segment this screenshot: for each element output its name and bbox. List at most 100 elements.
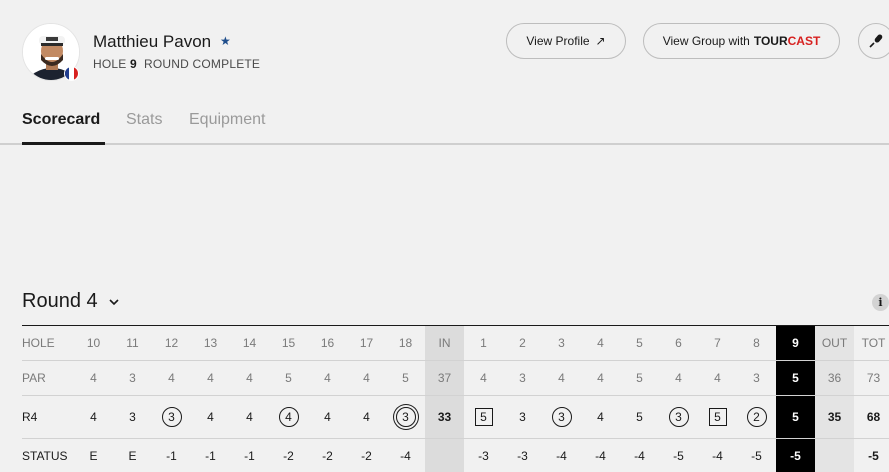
hole-cell-12: 12 [164,336,179,350]
hole-cell-15: 15 [281,336,296,350]
score-cell-in: 33 [437,410,452,424]
hole-cell-3: 3 [558,336,565,350]
hole-cell-6: 6 [675,336,682,350]
hole-label: HOLE [93,57,127,71]
par-cell-tot: 73 [866,371,881,385]
status-cell-13: -1 [205,448,216,463]
status-cell-11: E [128,448,137,463]
hole-cell-17: 17 [359,336,374,350]
hole-cell-tot: TOT [861,336,886,350]
hole-cell-14: 14 [242,336,257,350]
score-cell-8: 2 [737,396,776,438]
microphone-icon [869,34,883,48]
score-cell-18: 3 [386,396,425,438]
hole-cell-13: 13 [203,336,218,350]
par-cell-9: 5 [792,371,799,385]
par-cell-17: 4 [363,371,370,385]
status-cell-17: -2 [361,448,372,463]
status-cell-3: -4 [556,448,567,463]
par-cell-14: 4 [246,371,253,385]
par-cell-1: 4 [480,371,487,385]
hole-cell-11: 11 [126,336,139,350]
score-cell-10: 4 [90,410,97,424]
favorite-star-icon[interactable]: ★ [220,34,231,48]
view-profile-button[interactable]: View Profile ↗ [506,23,626,59]
hole-cell-16: 16 [320,336,335,350]
par-cell-out: 36 [827,371,842,385]
par-cell-5: 5 [636,371,643,385]
status-row: STATUS E E -1 -1 -1 -2 -2 -2 -4 -3 -3 -4 -4 -4 -5 -4 -5 -… [22,439,889,472]
birdie-score-mark: 3 [668,407,689,427]
score-cell-15: 4 [269,396,308,438]
status-cell-9: -5 [790,448,801,463]
status-row-label: STATUS [22,448,68,463]
status-cell-10: E [89,448,98,463]
par-cell-6: 4 [675,371,682,385]
status-cell-8: -5 [751,448,762,463]
score-cell-3: 3 [542,396,581,438]
par-row: PAR 4 3 4 4 4 5 4 4 5 37 4 3 4 4 5 4 4 3 5 36 73 [22,361,889,396]
par-cell-3: 4 [558,371,565,385]
view-group-tourcast-button[interactable]: View Group with TOUR CAST [643,23,840,59]
par-cell-2: 3 [519,371,526,385]
round-selector[interactable]: Round 4 [22,290,98,313]
par-cell-18: 5 [402,371,409,385]
view-profile-label: View Profile [526,34,590,48]
status-cell-1: -3 [478,448,489,463]
hole-status: HOLE 9 ROUND COMPLETE [93,57,260,71]
chevron-down-icon[interactable] [108,296,120,308]
round-row-label: R4 [22,410,38,424]
score-cell-14: 4 [246,410,253,424]
score-cell-9: 5 [792,410,799,424]
score-cell-12: 3 [152,396,191,438]
par-cell-8: 3 [753,371,760,385]
bogey-score-mark: 5 [474,408,493,426]
hole-cell-7: 7 [714,336,721,350]
eagle-score-mark: 3 [395,407,416,427]
hole-cell-in: IN [438,336,451,350]
score-cell-6: 3 [659,396,698,438]
par-cell-16: 4 [324,371,331,385]
view-group-label: View Group with [662,34,750,48]
player-name: Matthieu Pavon [93,32,212,51]
hole-cell-8: 8 [753,336,760,350]
hole-cell-9: 9 [792,336,799,350]
status-cell-7: -4 [712,448,723,463]
score-cell-out: 35 [827,410,842,424]
hole-cell-10: 10 [86,336,101,350]
hole-cell-18: 18 [398,336,413,350]
tabs-divider [0,143,889,145]
active-tab-indicator [22,142,105,145]
status-cell-5: -4 [634,448,645,463]
status-cell-4: -4 [595,448,606,463]
france-flag-icon [64,66,79,81]
external-arrow-icon: ↗ [595,34,606,48]
flag-stripe-red [73,67,78,80]
tab-stats[interactable]: Stats [126,111,162,129]
status-cell-out [815,439,854,472]
tab-equipment[interactable]: Equipment [189,111,266,129]
par-cell-7: 4 [714,371,721,385]
birdie-score-mark: 2 [746,407,767,427]
score-cell-17: 4 [363,410,370,424]
hole-cell-2: 2 [519,336,526,350]
tab-scorecard[interactable]: Scorecard [22,111,100,129]
score-cell-tot: 68 [866,410,881,424]
status-cell-16: -2 [322,448,333,463]
score-cell-7: 5 [698,396,737,438]
round-score-row: R4 4 3 3 4 4 4 4 4 3 33 5 3 3 4 5 3 5 2 5 35 68 [22,396,889,439]
score-cell-2: 3 [519,410,526,424]
par-cell-10: 4 [90,371,97,385]
score-cell-13: 4 [207,410,214,424]
hole-cell-5: 5 [636,336,643,350]
par-cell-4: 4 [597,371,604,385]
score-cell-4: 4 [597,410,604,424]
info-icon[interactable]: i [872,294,889,311]
par-cell-13: 4 [207,371,214,385]
status-cell-6: -5 [673,448,684,463]
par-cell-11: 3 [129,371,136,385]
par-cell-15: 5 [285,371,292,385]
microphone-button[interactable] [858,23,889,59]
status-cell-2: -3 [517,448,528,463]
status-cell-12: -1 [166,448,177,463]
